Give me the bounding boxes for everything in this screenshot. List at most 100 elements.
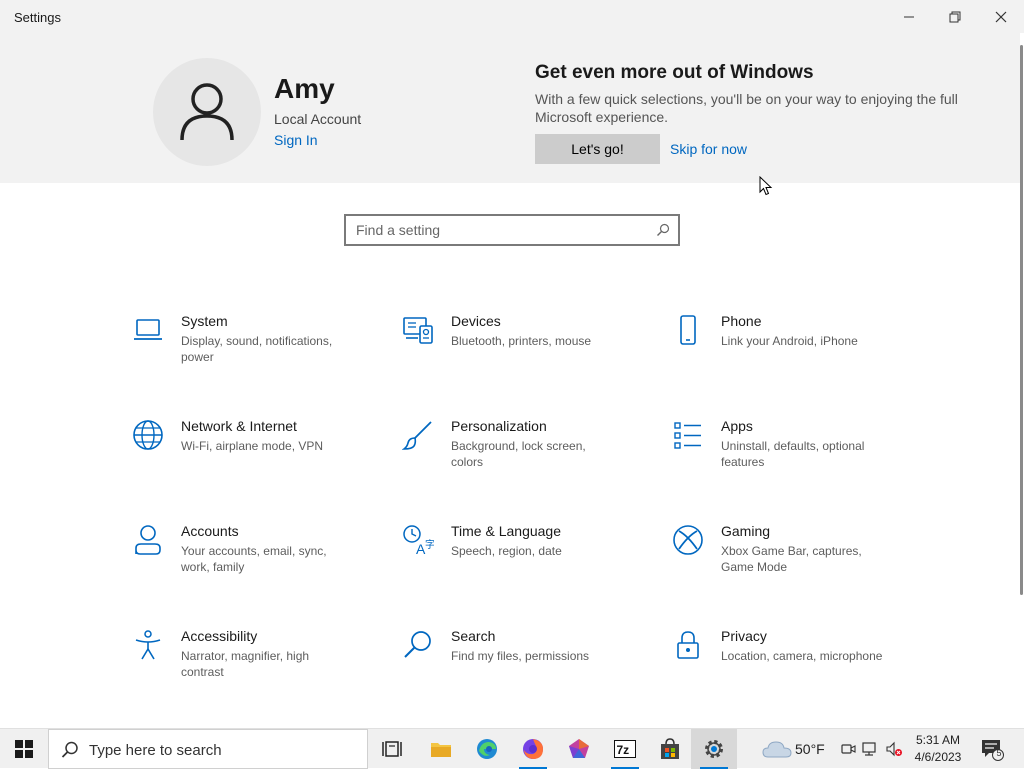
- category-name: Personalization: [451, 418, 547, 434]
- clock-time: 5:31 AM: [915, 733, 961, 747]
- account-banner: Amy Local Account Sign In Get even more …: [0, 33, 1020, 183]
- file-explorer-button[interactable]: [418, 729, 464, 769]
- category-description: Link your Android, iPhone: [721, 334, 858, 348]
- weather-temperature: 50°F: [795, 741, 825, 757]
- taskbar-search[interactable]: Type here to search: [48, 729, 368, 769]
- category-name: Accessibility: [181, 628, 258, 644]
- minimize-icon: [904, 16, 914, 17]
- account-name: Amy: [274, 73, 335, 104]
- search-input[interactable]: [356, 221, 646, 239]
- category-name: Accounts: [181, 523, 239, 539]
- category-search[interactable]: Search Find my files, permissions: [401, 628, 651, 698]
- category-network-internet[interactable]: Network & Internet Wi-Fi, airplane mode,…: [131, 418, 381, 488]
- meet-now-icon[interactable]: [840, 741, 856, 757]
- category-time-language[interactable]: A字 Time & Language Speech, region, date: [401, 523, 651, 593]
- volume-muted-icon[interactable]: [886, 741, 902, 757]
- avatar[interactable]: [153, 58, 261, 166]
- find-setting-search[interactable]: [344, 214, 680, 246]
- category-description: Wi-Fi, airplane mode, VPN: [181, 439, 324, 453]
- category-system[interactable]: System Display, sound, notifications, po…: [131, 313, 381, 383]
- category-name: Phone: [721, 313, 762, 329]
- category-description: Narrator, magnifier, high contrast: [181, 649, 310, 679]
- phone-icon: [671, 313, 705, 347]
- category-name: Privacy: [721, 628, 767, 644]
- store-button[interactable]: [647, 729, 693, 769]
- scrollbar[interactable]: [1020, 45, 1023, 595]
- action-center-button[interactable]: 5: [980, 737, 1004, 761]
- taskbar: Type here to search 7z 50°F 5:31 AM 4/6/…: [0, 728, 1024, 769]
- network-icon[interactable]: [862, 741, 878, 757]
- promo-title: Get even more out of Windows: [535, 62, 814, 83]
- category-apps[interactable]: Apps Uninstall, defaults, optional featu…: [671, 418, 921, 488]
- task-view-button[interactable]: [369, 729, 415, 769]
- title-bar: Settings: [0, 0, 1024, 33]
- category-name: Search: [451, 628, 496, 644]
- lets-go-button[interactable]: Let's go!: [535, 134, 660, 164]
- time-language-icon: A字: [401, 523, 435, 557]
- task-view-icon: [382, 741, 402, 757]
- category-description: Speech, region, date: [451, 544, 562, 558]
- start-button[interactable]: [0, 729, 48, 769]
- category-description: Location, camera, microphone: [721, 649, 883, 663]
- svg-text:7z: 7z: [617, 743, 630, 757]
- category-name: System: [181, 313, 228, 329]
- cloud-icon: [762, 741, 792, 758]
- category-name: Devices: [451, 313, 501, 329]
- category-phone[interactable]: Phone Link your Android, iPhone: [671, 313, 921, 383]
- account-type: Local Account: [274, 111, 362, 127]
- laptop-icon: [131, 313, 165, 347]
- category-description: Find my files, permissions: [451, 649, 590, 663]
- category-description: Uninstall, defaults, optional features: [721, 439, 865, 469]
- skip-for-now-link[interactable]: Skip for now: [670, 141, 747, 157]
- sign-in-link[interactable]: Sign In: [274, 132, 318, 148]
- category-name: Gaming: [721, 523, 771, 539]
- category-description: Xbox Game Bar, captures, Game Mode: [721, 544, 862, 574]
- globe-icon: [131, 418, 165, 452]
- category-devices[interactable]: Devices Bluetooth, printers, mouse: [401, 313, 651, 383]
- apps-list-icon: [671, 418, 705, 452]
- folder-icon: [431, 743, 451, 757]
- store-bag-icon: [661, 738, 679, 759]
- category-personalization[interactable]: Personalization Background, lock screen,…: [401, 418, 651, 488]
- category-accounts[interactable]: Accounts Your accounts, email, sync, wor…: [131, 523, 381, 593]
- app-gem-button[interactable]: [556, 729, 602, 769]
- xbox-icon: [671, 523, 705, 557]
- category-privacy[interactable]: Privacy Location, camera, microphone: [671, 628, 921, 698]
- taskbar-search-text: Type here to search: [89, 742, 222, 759]
- restore-icon: [949, 11, 961, 22]
- category-name: Apps: [721, 418, 753, 434]
- clock-date: 4/6/2023: [914, 750, 962, 764]
- window-title: Settings: [14, 10, 61, 25]
- close-button[interactable]: [978, 0, 1024, 33]
- weather-widget[interactable]: 50°F: [760, 729, 830, 769]
- mouse-cursor-icon: [759, 176, 773, 196]
- 7zip-button[interactable]: 7z: [602, 729, 648, 769]
- firefox-button[interactable]: [510, 729, 556, 769]
- search-icon: [401, 628, 435, 662]
- notification-count: 5: [996, 748, 1002, 758]
- promo-text: With a few quick selections, you'll be o…: [535, 91, 958, 125]
- gem-app-icon: [569, 739, 589, 758]
- settings-taskbar-button[interactable]: [691, 729, 737, 769]
- windows-logo-icon: [15, 740, 33, 758]
- firefox-icon: [523, 739, 543, 759]
- category-accessibility[interactable]: Accessibility Narrator, magnifier, high …: [131, 628, 381, 698]
- gear-icon: [705, 740, 723, 758]
- svg-text:字: 字: [425, 538, 434, 551]
- accessibility-icon: [131, 628, 165, 662]
- category-description: Background, lock screen, colors: [451, 439, 586, 469]
- search-icon: [61, 741, 78, 758]
- category-name: Time & Language: [451, 523, 561, 539]
- edge-browser-icon: [477, 739, 497, 759]
- category-description: Your accounts, email, sync, work, family: [181, 544, 327, 574]
- category-gaming[interactable]: Gaming Xbox Game Bar, captures, Game Mod…: [671, 523, 921, 593]
- category-name: Network & Internet: [181, 418, 297, 434]
- system-clock[interactable]: 5:31 AM 4/6/2023: [908, 732, 968, 766]
- minimize-button[interactable]: [886, 0, 932, 33]
- category-description: Bluetooth, printers, mouse: [451, 334, 592, 348]
- close-icon: [995, 11, 1007, 22]
- edge-button[interactable]: [464, 729, 510, 769]
- devices-icon: [401, 313, 435, 347]
- restore-button[interactable]: [932, 0, 978, 33]
- person-icon: [131, 523, 165, 557]
